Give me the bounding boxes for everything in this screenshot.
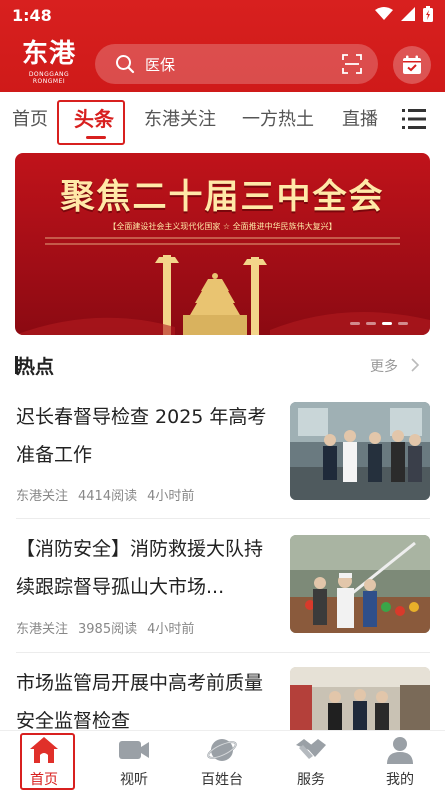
logo-text: 东港: [21, 39, 76, 69]
menu-icon[interactable]: [402, 108, 426, 130]
chevron-right-icon[interactable]: [410, 357, 420, 373]
news-reads: 4414阅读: [78, 489, 138, 504]
nav-label: 百姓台: [201, 772, 243, 788]
planet-icon: [207, 739, 237, 761]
status-bar: 1:48: [0, 0, 445, 32]
search-icon: [116, 55, 135, 74]
tab-highlight-box: [57, 100, 125, 145]
news-source: 东港关注: [16, 489, 69, 504]
news-thumbnail[interactable]: [290, 402, 430, 500]
nav-profile[interactable]: 我的: [370, 735, 430, 789]
news-title[interactable]: 市场监管局开展中高考前质量安全监督检查: [16, 664, 276, 730]
nav-label: 我的: [386, 772, 414, 788]
nav-label: 视听: [120, 772, 148, 788]
news-title[interactable]: 【消防安全】消防救援大队持续跟踪督导孤山大市场...: [16, 530, 276, 606]
news-item[interactable]: 【消防安全】消防救援大队持续跟踪督导孤山大市场... 东港关注 3985阅读 4小时…: [0, 530, 445, 637]
calendar-button[interactable]: [393, 46, 431, 84]
list-divider: [16, 518, 430, 519]
status-time: 1:48: [12, 6, 52, 25]
nav-services[interactable]: 服务: [281, 735, 341, 789]
news-source: 东港关注: [16, 622, 69, 637]
tab-donggang-focus[interactable]: 东港关注: [144, 105, 216, 131]
app-logo[interactable]: 东港 DONGGANG RONGMEI: [14, 39, 84, 85]
search-input[interactable]: 医保: [145, 54, 175, 75]
list-divider: [16, 652, 430, 653]
tab-home[interactable]: 首页: [12, 105, 48, 131]
news-photo: [290, 535, 430, 633]
nav-label: 服务: [297, 772, 325, 788]
tab-live[interactable]: 直播: [342, 105, 378, 131]
status-icons: [375, 6, 433, 22]
section-title-hot: 热点: [16, 356, 55, 378]
news-photo: [290, 667, 430, 730]
news-meta: 东港关注 3985阅读 4小时前: [16, 618, 204, 637]
news-thumbnail[interactable]: [290, 667, 430, 730]
news-item[interactable]: 迟长春督导检查 2025 年高考准备工作 东港关注 4414阅读 4小时前: [0, 398, 445, 504]
news-photo: [290, 402, 430, 500]
news-meta: 东港关注 4414阅读 4小时前: [16, 485, 204, 504]
banner-carousel[interactable]: 聚焦二十届三中全会 【全面建设社会主义现代化国家 ☆ 全面推进中华民族伟大复兴】: [15, 153, 430, 335]
logo-subtext: DONGGANG RONGMEI: [28, 71, 70, 85]
app-header: 1:48 东港 DONGGANG RONGMEI 医保: [0, 0, 445, 92]
nav-highlight-box: [20, 733, 75, 790]
battery-icon: [423, 6, 433, 22]
signal-icon: [401, 7, 415, 21]
banner-subtitle: 【全面建设社会主义现代化国家 ☆ 全面推进中华民族伟大复兴】: [108, 222, 337, 231]
more-link[interactable]: 更多: [370, 356, 398, 376]
user-icon: [387, 737, 413, 764]
scan-icon[interactable]: [342, 54, 362, 74]
wifi-icon: [375, 7, 393, 20]
search-bar[interactable]: 医保: [95, 44, 378, 84]
tab-local-land[interactable]: 一方热土: [242, 105, 314, 131]
handshake-icon: [296, 739, 326, 759]
news-reads: 3985阅读: [78, 622, 138, 637]
carousel-indicator: [350, 322, 408, 325]
banner-title: 聚焦二十届三中全会: [60, 177, 385, 217]
news-item[interactable]: 市场监管局开展中高考前质量安全监督检查: [0, 664, 445, 730]
news-title[interactable]: 迟长春督导检查 2025 年高考准备工作: [16, 398, 276, 474]
nav-video[interactable]: 视听: [104, 735, 164, 789]
news-time: 4小时前: [147, 489, 195, 504]
video-camera-icon: [119, 741, 149, 759]
calendar-check-icon: [403, 55, 421, 74]
news-thumbnail[interactable]: [290, 535, 430, 633]
nav-community[interactable]: 百姓台: [192, 735, 252, 789]
news-time: 4小时前: [147, 622, 195, 637]
